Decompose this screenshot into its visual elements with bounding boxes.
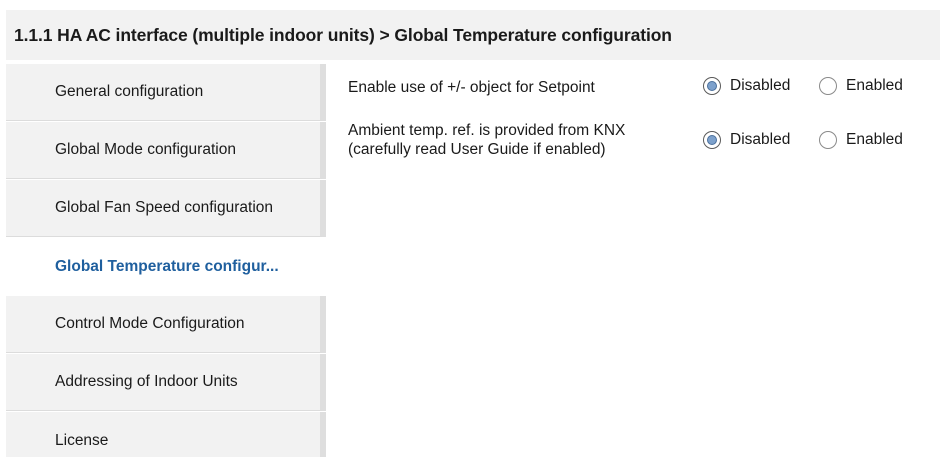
radio-label: Disabled (730, 131, 791, 148)
sidebar-item-label: Global Mode configuration (55, 141, 236, 158)
radio-label: Enabled (846, 77, 903, 94)
parameter-label-line: Enable use of +/- object for Setpoint (348, 79, 595, 96)
page-title: 1.1.1 HA AC interface (multiple indoor u… (14, 25, 672, 45)
sidebar-item-label: Addressing of Indoor Units (55, 373, 238, 390)
radio-enabled-setpoint[interactable]: Enabled (819, 77, 903, 95)
parameter-label: Ambient temp. ref. is provided from KNX … (348, 121, 625, 159)
sidebar-item-global-mode-configuration[interactable]: Global Mode configuration (6, 122, 326, 179)
sidebar-item-label: License (55, 432, 109, 449)
sidebar: General configuration Global Mode config… (6, 64, 326, 457)
parameter-label-line: Ambient temp. ref. is provided from KNX (348, 122, 626, 139)
radio-disabled-setpoint[interactable]: Disabled (703, 77, 790, 95)
sidebar-item-label: Control Mode Configuration (55, 315, 245, 332)
radio-label: Enabled (846, 131, 903, 148)
app-window: 1.1.1 HA AC interface (multiple indoor u… (0, 0, 940, 457)
radio-unchecked-icon[interactable] (819, 77, 837, 95)
sidebar-item-addressing-of-indoor-units[interactable]: Addressing of Indoor Units (6, 354, 326, 411)
sidebar-item-license[interactable]: License (6, 412, 326, 457)
radio-unchecked-icon[interactable] (819, 131, 837, 149)
sidebar-item-control-mode-configuration[interactable]: Control Mode Configuration (6, 296, 326, 353)
parameter-panel: Enable use of +/- object for Setpoint Di… (326, 64, 940, 457)
radio-disabled-ambient[interactable]: Disabled (703, 131, 790, 149)
page-header: 1.1.1 HA AC interface (multiple indoor u… (6, 10, 940, 60)
parameter-label-line: (carefully read User Guide if enabled) (348, 141, 606, 158)
sidebar-item-label: General configuration (55, 83, 204, 100)
sidebar-item-global-fan-speed-configuration[interactable]: Global Fan Speed configuration (6, 180, 326, 237)
sidebar-item-label: Global Fan Speed configuration (55, 199, 274, 216)
sidebar-item-label: Global Temperature configur... (55, 257, 279, 275)
radio-checked-icon[interactable] (703, 131, 721, 149)
sidebar-item-general-configuration[interactable]: General configuration (6, 64, 326, 121)
radio-checked-icon[interactable] (703, 77, 721, 95)
parameter-label: Enable use of +/- object for Setpoint (348, 78, 595, 97)
radio-enabled-ambient[interactable]: Enabled (819, 131, 903, 149)
radio-label: Disabled (730, 77, 791, 94)
sidebar-item-global-temperature-configuration[interactable]: Global Temperature configur... (6, 238, 326, 295)
